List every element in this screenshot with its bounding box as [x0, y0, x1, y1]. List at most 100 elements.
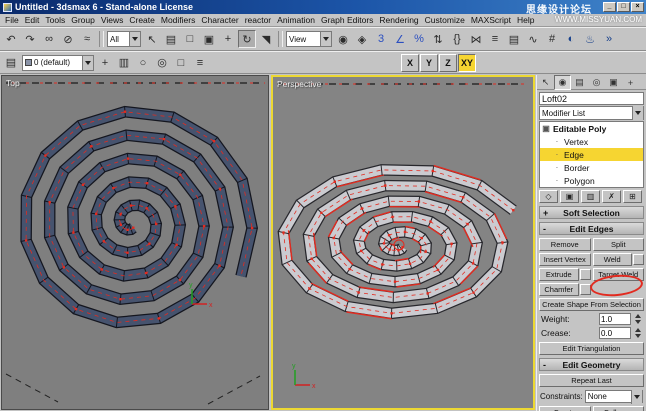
- weight-spinner[interactable]: [633, 314, 642, 324]
- menu-item[interactable]: Views: [98, 15, 127, 25]
- select-scale-icon[interactable]: ◥: [257, 30, 275, 48]
- repeat-last-button[interactable]: Repeat Last: [539, 374, 644, 387]
- show-end-result-icon[interactable]: ▣: [560, 190, 579, 203]
- unlink-selection-icon[interactable]: ⊘: [59, 30, 77, 48]
- tab-display[interactable]: ▣: [605, 75, 622, 90]
- layer-properties-icon[interactable]: ▥: [115, 54, 133, 72]
- select-move-icon[interactable]: +: [219, 30, 237, 48]
- render-scene-icon[interactable]: ♨: [581, 30, 599, 48]
- freeze-layer-icon[interactable]: ◎: [153, 54, 171, 72]
- remove-modifier-icon[interactable]: ✗: [602, 190, 621, 203]
- use-pivot-center-icon[interactable]: ◉: [334, 30, 352, 48]
- chamfer-settings-button[interactable]: [579, 284, 591, 295]
- menu-item[interactable]: Rendering: [376, 15, 421, 25]
- pin-stack-icon[interactable]: ◇: [539, 190, 558, 203]
- schematic-view-icon[interactable]: #: [543, 30, 561, 48]
- select-objects-in-layer-icon[interactable]: □: [172, 54, 190, 72]
- constraints-dropdown[interactable]: None: [584, 389, 643, 404]
- modifier-list-dropdown[interactable]: Modifier List: [539, 106, 644, 120]
- chamfer-button[interactable]: Chamfer: [539, 283, 579, 296]
- weight-input[interactable]: [599, 313, 631, 325]
- menu-item[interactable]: Help: [514, 15, 537, 25]
- quick-render-icon[interactable]: »: [600, 30, 618, 48]
- menu-item[interactable]: Modifiers: [158, 15, 198, 25]
- select-and-link-icon[interactable]: ∞: [40, 30, 58, 48]
- menu-item[interactable]: Graph Editors: [318, 15, 376, 25]
- close-button[interactable]: ×: [631, 2, 644, 12]
- create-layer-icon[interactable]: +: [96, 54, 114, 72]
- layer-manager-icon[interactable]: ▤: [505, 30, 523, 48]
- create-shape-from-selection-button[interactable]: Create Shape From Selection: [539, 298, 644, 311]
- layer-dropdown[interactable]: 0 (default): [22, 54, 94, 71]
- insert-vertex-button[interactable]: Insert Vertex: [539, 253, 591, 266]
- viewport-perspective-label[interactable]: Perspective: [277, 79, 321, 89]
- rollout-soft-selection[interactable]: + Soft Selection: [539, 206, 644, 219]
- axis-x-button[interactable]: X: [401, 53, 419, 72]
- extrude-button[interactable]: Extrude: [539, 268, 579, 281]
- window-crossing-icon[interactable]: ▣: [200, 30, 218, 48]
- select-object-icon[interactable]: ↖: [143, 30, 161, 48]
- split-button[interactable]: Split: [592, 238, 644, 251]
- selection-region-icon[interactable]: □: [181, 30, 199, 48]
- weld-settings-button[interactable]: [633, 254, 644, 265]
- menu-item[interactable]: Edit: [22, 15, 43, 25]
- configure-modifier-sets-icon[interactable]: ⊞: [623, 190, 642, 203]
- edit-triangulation-button[interactable]: Edit Triangulation: [539, 342, 644, 355]
- stack-item-border[interactable]: · Border: [540, 161, 643, 174]
- menu-item[interactable]: Group: [68, 15, 98, 25]
- menu-item[interactable]: MAXScript: [468, 15, 514, 25]
- named-selection-sets-icon[interactable]: {}: [448, 30, 466, 48]
- select-manipulate-icon[interactable]: ◈: [353, 30, 371, 48]
- align-icon[interactable]: ≡: [486, 30, 504, 48]
- reference-coordinate-dropdown[interactable]: View: [286, 31, 332, 47]
- crease-input[interactable]: [599, 327, 631, 339]
- menu-item[interactable]: Customize: [422, 15, 468, 25]
- menu-item[interactable]: reactor: [242, 15, 274, 25]
- selection-filter-dropdown[interactable]: All: [107, 31, 141, 47]
- viewport-perspective[interactable]: xy Perspective: [271, 75, 535, 410]
- make-unique-icon[interactable]: ▥: [581, 190, 600, 203]
- rollout-edit-geometry[interactable]: - Edit Geometry: [539, 358, 644, 371]
- viewport-top-canvas[interactable]: xy: [2, 76, 267, 409]
- redo-icon[interactable]: ↷: [21, 30, 39, 48]
- select-rotate-icon[interactable]: ↻: [238, 30, 256, 48]
- set-current-layer-icon[interactable]: ≡: [191, 54, 209, 72]
- tab-hierarchy[interactable]: ▤: [571, 75, 588, 90]
- tab-modify[interactable]: ◉: [554, 75, 571, 90]
- tab-utilities[interactable]: +: [622, 75, 639, 90]
- tab-create[interactable]: ↖: [537, 75, 554, 90]
- weld-button[interactable]: Weld: [592, 253, 632, 266]
- viewport-perspective-canvas[interactable]: xy: [273, 77, 532, 408]
- material-editor-icon[interactable]: ◐: [562, 30, 580, 48]
- axis-z-button[interactable]: Z: [439, 53, 457, 72]
- select-by-name-icon[interactable]: ▤: [162, 30, 180, 48]
- stack-item-vertex[interactable]: · Vertex: [540, 135, 643, 148]
- axis-y-button[interactable]: Y: [420, 53, 438, 72]
- rollout-edit-edges[interactable]: - Edit Edges: [539, 222, 644, 235]
- create-button[interactable]: Create: [539, 406, 591, 411]
- object-name-field[interactable]: Loft02: [539, 92, 644, 105]
- minimize-button[interactable]: _: [603, 2, 616, 12]
- mirror-icon[interactable]: ⋈: [467, 30, 485, 48]
- collapse-button[interactable]: Collapse: [592, 406, 644, 411]
- percent-snap-icon[interactable]: %: [410, 30, 428, 48]
- menu-item[interactable]: File: [2, 15, 22, 25]
- stack-item-polygon[interactable]: · Polygon: [540, 174, 643, 187]
- tab-motion[interactable]: ◎: [588, 75, 605, 90]
- snap-toggle-icon[interactable]: 3: [372, 30, 390, 48]
- viewport-top-label[interactable]: Top: [6, 78, 20, 88]
- menu-item[interactable]: Animation: [274, 15, 318, 25]
- layer-list-icon[interactable]: ▤: [2, 54, 20, 72]
- target-weld-button[interactable]: Target Weld: [592, 268, 644, 281]
- stack-item-editable-poly[interactable]: ▣ Editable Poly: [540, 122, 643, 135]
- menu-item[interactable]: Tools: [42, 15, 68, 25]
- crease-spinner[interactable]: [633, 328, 642, 338]
- stack-item-edge[interactable]: · Edge: [540, 148, 643, 161]
- angle-snap-icon[interactable]: ∠: [391, 30, 409, 48]
- remove-button[interactable]: Remove: [539, 238, 591, 251]
- bind-to-spacewarp-icon[interactable]: ≈: [78, 30, 96, 48]
- menu-item[interactable]: Character: [198, 15, 241, 25]
- viewport-top[interactable]: xy Top: [1, 75, 269, 410]
- maximize-button[interactable]: □: [617, 2, 630, 12]
- curve-editor-icon[interactable]: ∿: [524, 30, 542, 48]
